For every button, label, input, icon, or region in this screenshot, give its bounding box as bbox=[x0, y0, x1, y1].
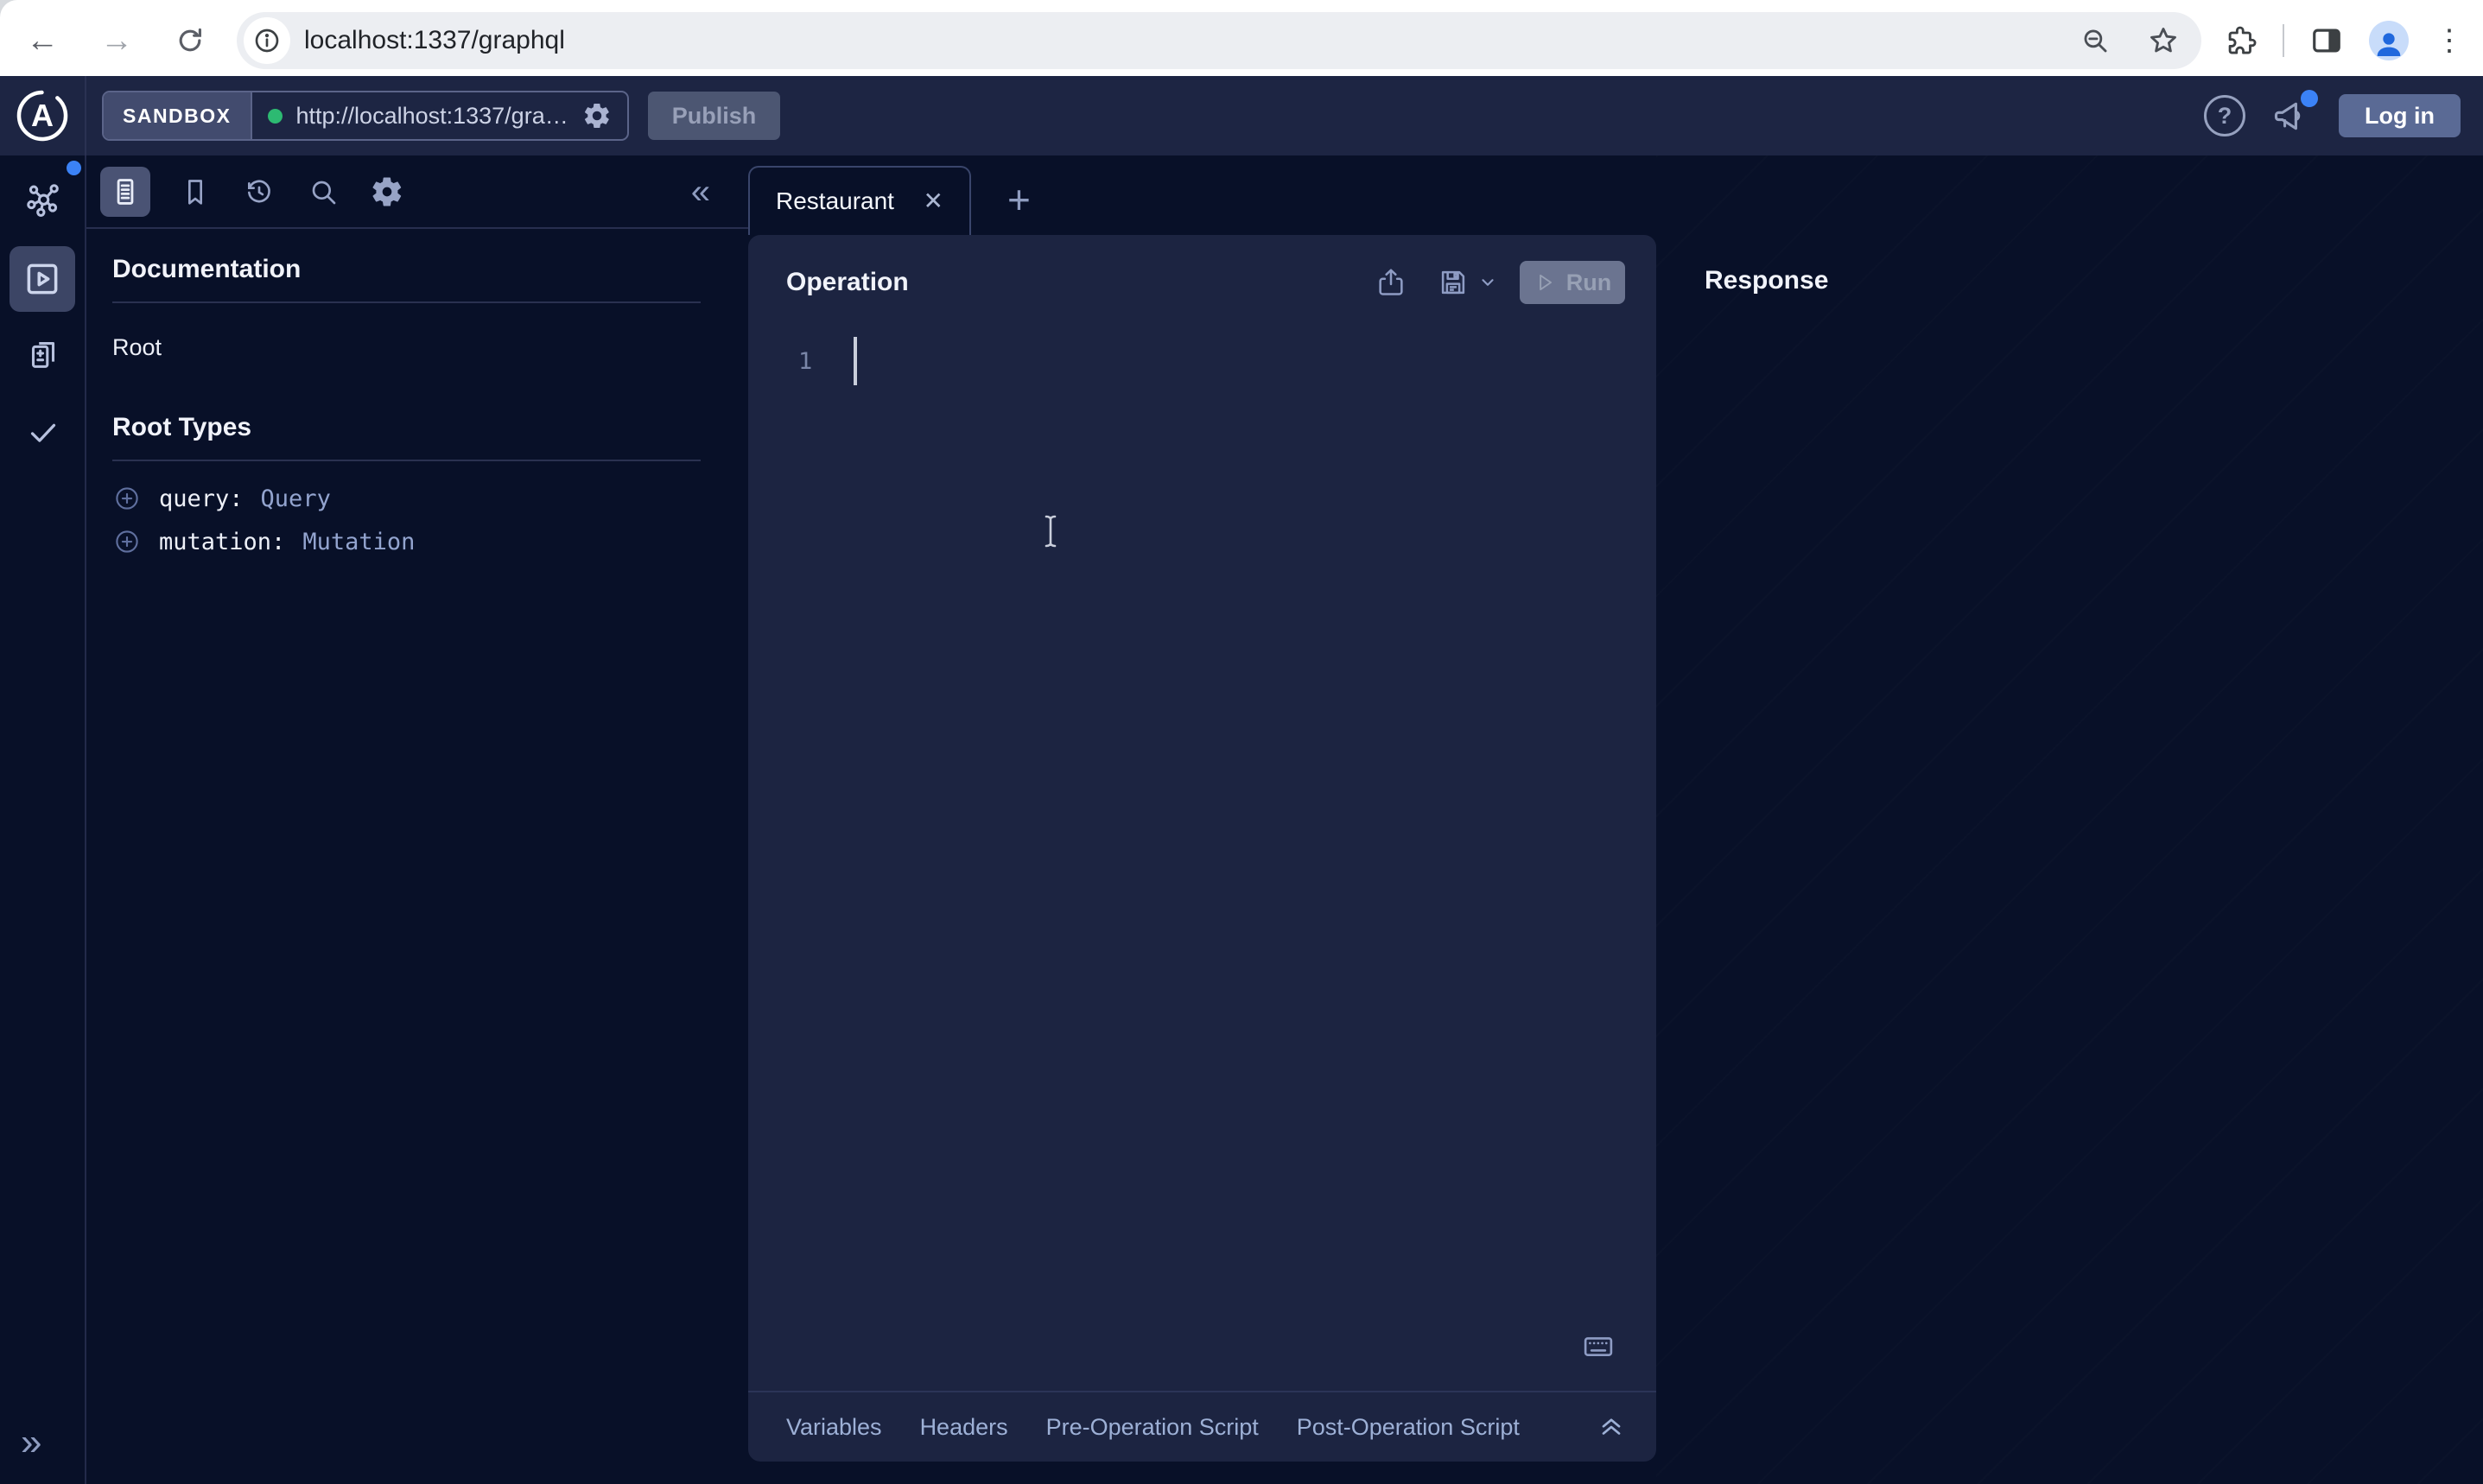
operation-tab-bar: Restaurant ✕ + bbox=[748, 166, 1031, 235]
graph-nav-icon[interactable] bbox=[22, 180, 64, 221]
publish-button[interactable]: Publish bbox=[648, 92, 781, 140]
settings-gear-icon[interactable] bbox=[368, 173, 406, 211]
checks-nav-icon[interactable] bbox=[22, 411, 64, 453]
zoom-indicator-icon[interactable] bbox=[2080, 26, 2110, 55]
text-cursor bbox=[1039, 513, 1062, 549]
reload-icon[interactable] bbox=[175, 25, 206, 56]
endpoint-url-box[interactable]: http://localhost:1337/gra… bbox=[252, 92, 627, 139]
search-icon[interactable] bbox=[304, 173, 342, 211]
share-icon[interactable] bbox=[1375, 266, 1407, 299]
login-button[interactable]: Log in bbox=[2339, 94, 2461, 137]
divider bbox=[112, 460, 701, 461]
field-type-link[interactable]: Query bbox=[261, 485, 331, 512]
graph-notification-dot bbox=[67, 161, 81, 175]
browser-chrome: ← → localhost:1337/graphql bbox=[0, 0, 2483, 76]
run-button[interactable]: Run bbox=[1520, 261, 1625, 304]
apollo-logo-cell: A bbox=[0, 76, 86, 155]
help-glyph: ? bbox=[2218, 103, 2232, 130]
tab-restaurant[interactable]: Restaurant ✕ bbox=[748, 166, 971, 235]
notification-dot bbox=[2301, 90, 2318, 107]
operation-header: Operation bbox=[748, 235, 1656, 330]
query-field-row[interactable]: query: Query bbox=[112, 484, 748, 513]
save-icon bbox=[1437, 266, 1470, 299]
back-icon[interactable]: ← bbox=[26, 24, 59, 57]
headers-tab[interactable]: Headers bbox=[920, 1414, 1008, 1441]
circle-plus-icon[interactable] bbox=[112, 527, 142, 556]
variables-tab[interactable]: Variables bbox=[786, 1414, 882, 1441]
bookmark-star-icon[interactable] bbox=[2148, 25, 2179, 56]
pre-operation-script-tab[interactable]: Pre-Operation Script bbox=[1046, 1414, 1259, 1441]
circle-plus-icon[interactable] bbox=[112, 484, 142, 513]
endpoint-url-text[interactable]: http://localhost:1337/gra… bbox=[296, 103, 568, 130]
tab-label: Restaurant bbox=[776, 187, 924, 215]
expand-bottom-panel-icon[interactable] bbox=[1596, 1411, 1627, 1443]
extensions-icon[interactable] bbox=[2226, 25, 2257, 56]
changes-nav-icon[interactable] bbox=[22, 333, 64, 375]
apollo-sandbox-screen: ← → localhost:1337/graphql bbox=[0, 0, 2483, 1484]
response-panel: Response bbox=[1656, 155, 2483, 1484]
documentation-title: Documentation bbox=[112, 255, 748, 284]
publish-button-label: Publish bbox=[672, 103, 757, 130]
endpoint-settings-gear-icon[interactable] bbox=[582, 101, 612, 130]
collapse-panel-icon[interactable]: « bbox=[691, 174, 710, 209]
endpoint-control: SANDBOX http://localhost:1337/gra… bbox=[102, 91, 629, 141]
left-rail: » bbox=[0, 155, 86, 1484]
save-control[interactable] bbox=[1437, 266, 1497, 299]
explorer-play-icon bbox=[21, 257, 64, 301]
documentation-sidebar: « Documentation Root Root Types query: Q… bbox=[86, 155, 748, 1484]
divider bbox=[112, 301, 701, 303]
line-number: 1 bbox=[798, 348, 812, 375]
new-tab-icon[interactable]: + bbox=[1007, 180, 1031, 219]
mutation-field-row[interactable]: mutation: Mutation bbox=[112, 527, 748, 556]
response-title: Response bbox=[1705, 266, 1828, 295]
post-operation-script-tab[interactable]: Post-Operation Script bbox=[1297, 1414, 1520, 1441]
run-play-icon bbox=[1534, 271, 1556, 294]
browser-toolbar: ← → localhost:1337/graphql bbox=[0, 0, 2483, 76]
field-type-link[interactable]: Mutation bbox=[302, 529, 415, 555]
history-icon[interactable] bbox=[240, 173, 278, 211]
explorer-nav-item[interactable] bbox=[10, 246, 75, 312]
connection-status-dot bbox=[268, 109, 283, 124]
apollo-logo[interactable]: A bbox=[16, 89, 69, 143]
tab-close-icon[interactable]: ✕ bbox=[924, 189, 943, 213]
sidebar-toolbar: « bbox=[86, 155, 748, 229]
documentation-tab-icon[interactable] bbox=[100, 167, 150, 217]
expand-sidebar-icon[interactable]: » bbox=[21, 1424, 41, 1462]
save-dropdown-chevron-icon bbox=[1478, 273, 1497, 292]
operation-panel: Operation bbox=[748, 235, 1656, 1462]
browser-menu-icon[interactable]: ⋮ bbox=[2435, 26, 2464, 55]
login-button-label: Log in bbox=[2365, 103, 2435, 130]
documentation-content: Documentation Root Root Types query: Que… bbox=[86, 255, 748, 556]
help-icon[interactable]: ? bbox=[2204, 95, 2245, 136]
url-text[interactable]: localhost:1337/graphql bbox=[304, 26, 565, 55]
app-body: » bbox=[0, 155, 2483, 1484]
editor-caret bbox=[854, 337, 857, 385]
announcements-button[interactable] bbox=[2271, 97, 2309, 135]
side-panel-icon[interactable] bbox=[2310, 24, 2343, 57]
root-link[interactable]: Root bbox=[112, 334, 748, 361]
run-button-label: Run bbox=[1566, 270, 1611, 296]
field-name[interactable]: query: bbox=[159, 485, 244, 512]
forward-icon[interactable]: → bbox=[100, 24, 133, 57]
url-bar[interactable]: localhost:1337/graphql bbox=[237, 12, 2201, 69]
toolbar-divider bbox=[2283, 24, 2284, 57]
operation-bottom-bar: Variables Headers Pre-Operation Script P… bbox=[748, 1391, 1656, 1462]
root-types-title: Root Types bbox=[112, 413, 748, 442]
operation-editor[interactable]: 1 bbox=[748, 337, 1656, 385]
profile-avatar[interactable] bbox=[2369, 21, 2409, 60]
operation-title: Operation bbox=[786, 268, 909, 297]
bookmarks-icon[interactable] bbox=[176, 173, 214, 211]
apollo-logo-letter: A bbox=[16, 89, 69, 143]
apollo-header: A SANDBOX http://localhost:1337/gra… Pub… bbox=[0, 76, 2483, 155]
site-info-icon[interactable] bbox=[244, 17, 290, 64]
keyboard-shortcuts-icon[interactable] bbox=[1580, 1329, 1616, 1365]
field-name[interactable]: mutation: bbox=[159, 529, 285, 555]
sandbox-badge: SANDBOX bbox=[104, 92, 252, 139]
